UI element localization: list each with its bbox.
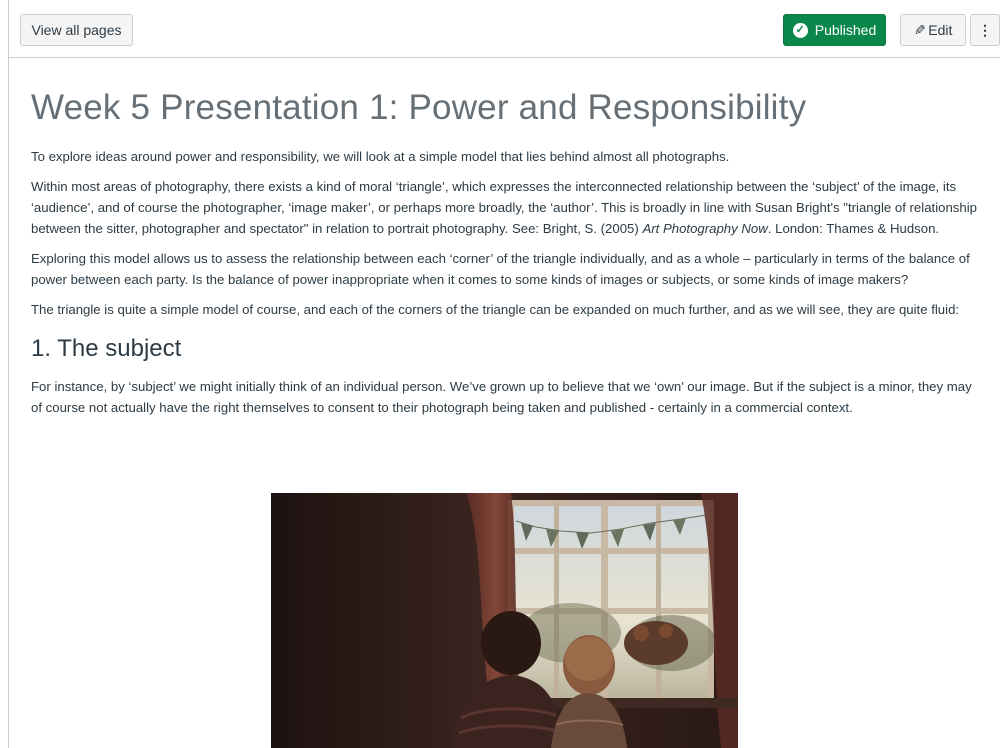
page-toolbar: View all pages ✓ Published ✎ Edit ⋮ — [9, 0, 1000, 58]
section-heading-subject: 1. The subject — [31, 335, 182, 362]
book-title: Art Photography Now — [642, 221, 768, 236]
check-circle-icon: ✓ — [792, 22, 808, 38]
more-options-button[interactable]: ⋮ — [970, 14, 1000, 46]
paragraph-intro: To explore ideas around power and respon… — [31, 149, 730, 164]
page-title: Week 5 Presentation 1: Power and Respons… — [31, 88, 807, 127]
children-at-window-photo — [271, 493, 738, 748]
view-all-pages-button[interactable]: View all pages — [20, 14, 133, 46]
paragraph-subject: For instance, by ‘subject’ we might init… — [31, 379, 972, 415]
pencil-icon: ✎ — [913, 21, 926, 38]
view-all-pages-label: View all pages — [31, 22, 122, 38]
page-content: Week 5 Presentation 1: Power and Respons… — [31, 84, 981, 427]
paragraph-triangle-citation-end: . London: Thames & Hudson. — [767, 221, 940, 236]
paragraph-model: The triangle is quite a simple model of … — [31, 302, 960, 317]
paragraph-exploring: Exploring this model allows us to assess… — [31, 251, 970, 287]
kebab-menu-icon: ⋮ — [978, 21, 992, 38]
published-button[interactable]: ✓ Published — [783, 14, 886, 46]
edit-button[interactable]: ✎ Edit — [900, 14, 966, 46]
edit-label: Edit — [928, 22, 953, 38]
page-frame: View all pages ✓ Published ✎ Edit ⋮ Week… — [8, 0, 1000, 748]
published-label: Published — [814, 22, 877, 38]
paragraph-triangle: Within most areas of photography, there … — [31, 176, 981, 239]
